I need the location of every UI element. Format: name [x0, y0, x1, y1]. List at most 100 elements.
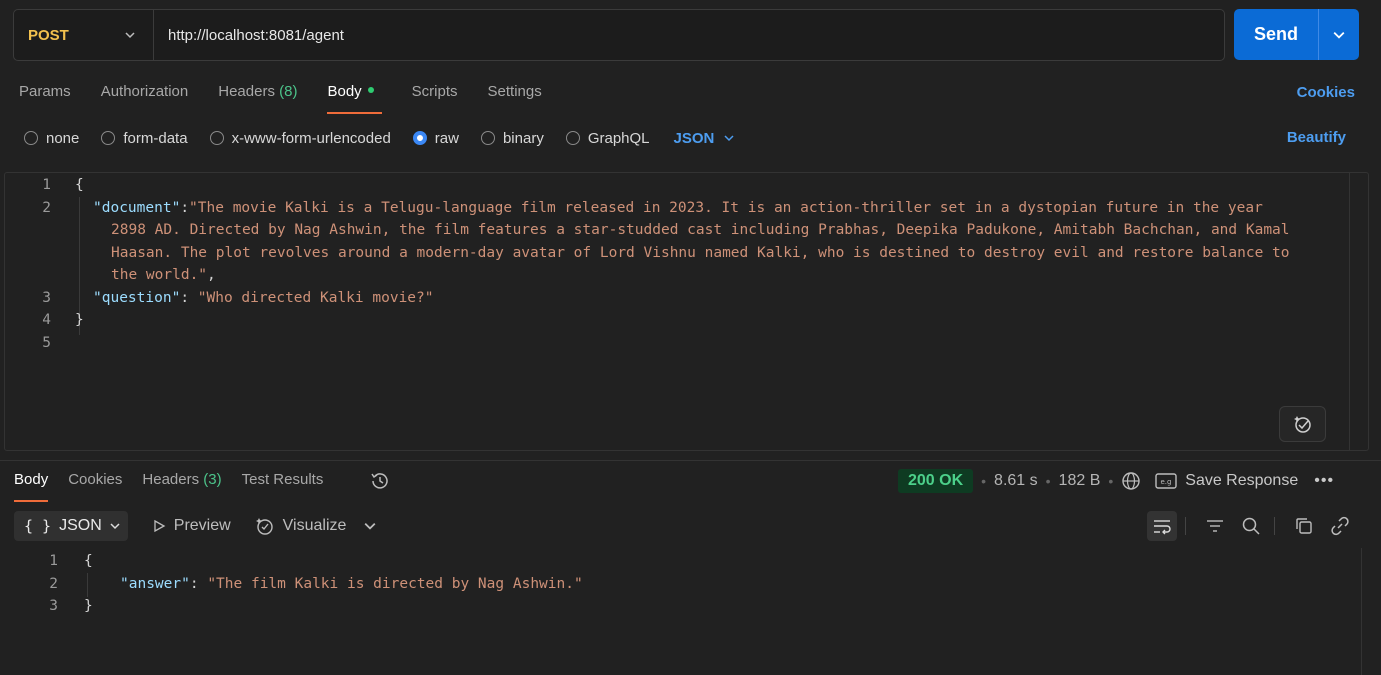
code-open-brace: { [75, 177, 84, 193]
send-options-button[interactable] [1318, 9, 1359, 60]
line-number: 2 [42, 200, 51, 216]
json-key: "answer" [120, 576, 190, 592]
response-tabs: Body Cookies Headers (3) Test Results [14, 468, 343, 502]
ai-assist-button[interactable] [1279, 406, 1326, 442]
line-number: 5 [42, 335, 51, 351]
chevron-down-icon [724, 135, 734, 142]
radio-checked [412, 131, 427, 145]
search-icon [1242, 517, 1260, 535]
tab-response-cookies[interactable]: Cookies [68, 468, 122, 502]
json-string: Haasan. The plot revolves around a moder… [111, 245, 1290, 261]
radio [24, 131, 38, 145]
url-input[interactable] [154, 10, 1224, 60]
tab-authorization[interactable]: Authorization [101, 80, 189, 114]
radio [209, 131, 224, 145]
response-status-area: 200 OK • 8.61 s • 182 B • e.g Save Respo… [898, 467, 1334, 495]
more-options-icon[interactable]: ••• [1314, 472, 1334, 490]
preview-button[interactable]: Preview [152, 517, 231, 535]
json-string: "The film Kalki is directed by Nag Ashwi… [207, 576, 583, 592]
tab-response-body[interactable]: Body [14, 468, 49, 502]
send-button[interactable]: Send [1234, 9, 1318, 60]
line-number: 3 [49, 598, 58, 614]
save-response-icon: e.g [1155, 473, 1177, 489]
indent-guide [87, 573, 88, 597]
response-scrollbar[interactable] [1361, 548, 1362, 675]
body-type-binary[interactable]: binary [480, 130, 544, 147]
tab-test-results[interactable]: Test Results [242, 468, 324, 502]
cookies-link[interactable]: Cookies [1297, 84, 1355, 101]
response-time[interactable]: 8.61 s [994, 472, 1038, 490]
tab-response-headers[interactable]: Headers (3) [142, 468, 221, 502]
copy-button[interactable] [1289, 511, 1319, 541]
body-type-selector: none form-data x-www-form-urlencoded raw… [24, 127, 734, 149]
ai-sparkle-icon [1293, 416, 1311, 433]
radio [480, 131, 495, 145]
chevron-down-icon[interactable] [364, 520, 376, 532]
line-number: 1 [42, 177, 51, 193]
wrap-lines-icon [1154, 519, 1171, 534]
code-close-brace: } [84, 598, 93, 614]
code-line-document-end: the world.", [111, 267, 216, 283]
send-button-group: Send [1234, 9, 1359, 60]
code-line-answer: "answer": "The film Kalki is directed by… [120, 576, 583, 592]
json-string: 2898 AD. Directed by Nag Ashwin, the fil… [111, 222, 1290, 238]
chevron-down-icon [110, 522, 120, 529]
raw-format-dropdown[interactable]: JSON [674, 130, 735, 147]
tab-headers[interactable]: Headers (8) [218, 80, 297, 114]
copy-icon [1296, 517, 1312, 534]
request-body-editor[interactable]: 1 2 3 4 5 { "document":"The movie Kalki … [4, 172, 1369, 451]
line-number: 2 [49, 576, 58, 592]
body-type-raw[interactable]: raw [412, 130, 459, 147]
visualize-icon [255, 517, 273, 535]
line-number: 3 [42, 290, 51, 306]
body-type-form-data[interactable]: form-data [101, 130, 188, 147]
visualize-button[interactable]: Visualize [255, 516, 346, 536]
json-string: "The movie Kalki is a Telugu-language fi… [189, 200, 1263, 216]
response-size[interactable]: 182 B [1059, 472, 1101, 490]
chevron-down-icon [125, 32, 135, 39]
search-button[interactable] [1236, 511, 1266, 541]
method-label: POST [28, 26, 69, 44]
line-number: 4 [42, 312, 51, 328]
response-tools [1141, 510, 1355, 541]
request-url-bar: POST [13, 9, 1225, 61]
code-line-question: "question": "Who directed Kalki movie?" [93, 290, 434, 306]
tab-scripts[interactable]: Scripts [412, 80, 458, 114]
editor-scrollbar[interactable] [1349, 173, 1368, 450]
body-type-urlencoded[interactable]: x-www-form-urlencoded [209, 130, 391, 147]
json-string: the world." [111, 267, 208, 283]
history-icon[interactable] [369, 470, 391, 492]
json-key: "document" [93, 200, 181, 216]
body-type-none[interactable]: none [24, 130, 79, 147]
filter-button[interactable] [1200, 511, 1230, 541]
response-format-dropdown[interactable]: { } JSON [14, 510, 128, 541]
globe-icon[interactable] [1121, 471, 1141, 491]
code-open-brace: { [84, 553, 93, 569]
tab-params[interactable]: Params [19, 80, 71, 114]
link-icon [1331, 516, 1349, 535]
radio [565, 131, 580, 145]
pane-divider[interactable] [0, 460, 1381, 461]
chevron-down-icon [1333, 31, 1345, 39]
play-icon [154, 519, 166, 532]
wrap-lines-button[interactable] [1147, 510, 1177, 541]
filter-icon [1207, 519, 1223, 532]
json-string: "Who directed Kalki movie?" [197, 290, 434, 306]
radio [101, 131, 116, 145]
save-response-button[interactable]: e.g Save Response [1155, 472, 1298, 490]
body-type-graphql[interactable]: GraphQL [565, 130, 650, 147]
svg-text:e.g: e.g [1161, 478, 1172, 486]
postman-window: POST Send Params Authorization Headers (… [0, 0, 1381, 675]
tab-body[interactable]: Body [327, 80, 382, 114]
method-dropdown[interactable]: POST [14, 10, 154, 60]
code-close-brace: } [75, 312, 84, 328]
status-badge[interactable]: 200 OK [898, 469, 974, 493]
json-key: "question" [93, 290, 181, 306]
response-headers-count: (3) [203, 471, 222, 488]
beautify-button[interactable]: Beautify [1287, 129, 1346, 146]
line-number: 1 [49, 553, 58, 569]
copy-link-button[interactable] [1325, 511, 1355, 541]
body-modified-dot [367, 87, 374, 94]
headers-count: (8) [279, 83, 298, 100]
tab-settings[interactable]: Settings [488, 80, 542, 114]
